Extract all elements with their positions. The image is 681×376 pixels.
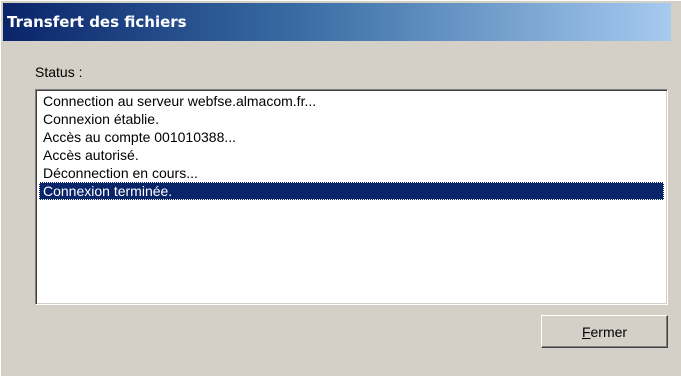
log-item[interactable]: Accès au compte 001010388... [39, 128, 664, 146]
log-item[interactable]: Connexion établie. [39, 110, 664, 128]
close-button[interactable]: Fermer [541, 315, 668, 348]
close-button-mnemonic: F [581, 323, 591, 340]
status-log-listbox[interactable]: Connection au serveur webfse.almacom.fr.… [35, 89, 668, 305]
close-button-label: ermer [590, 323, 628, 340]
log-item[interactable]: Connection au serveur webfse.almacom.fr.… [39, 92, 664, 110]
title-bar[interactable]: Transfert des fichiers [3, 3, 671, 41]
transfer-dialog: Transfert des fichiers Status : Connecti… [0, 0, 681, 376]
log-item-selected[interactable]: Connexion terminée. [39, 182, 664, 200]
log-item[interactable]: Déconnection en cours... [39, 164, 664, 182]
status-label: Status : [35, 64, 83, 80]
log-item[interactable]: Accès autorisé. [39, 146, 664, 164]
window-title: Transfert des fichiers [7, 13, 187, 31]
